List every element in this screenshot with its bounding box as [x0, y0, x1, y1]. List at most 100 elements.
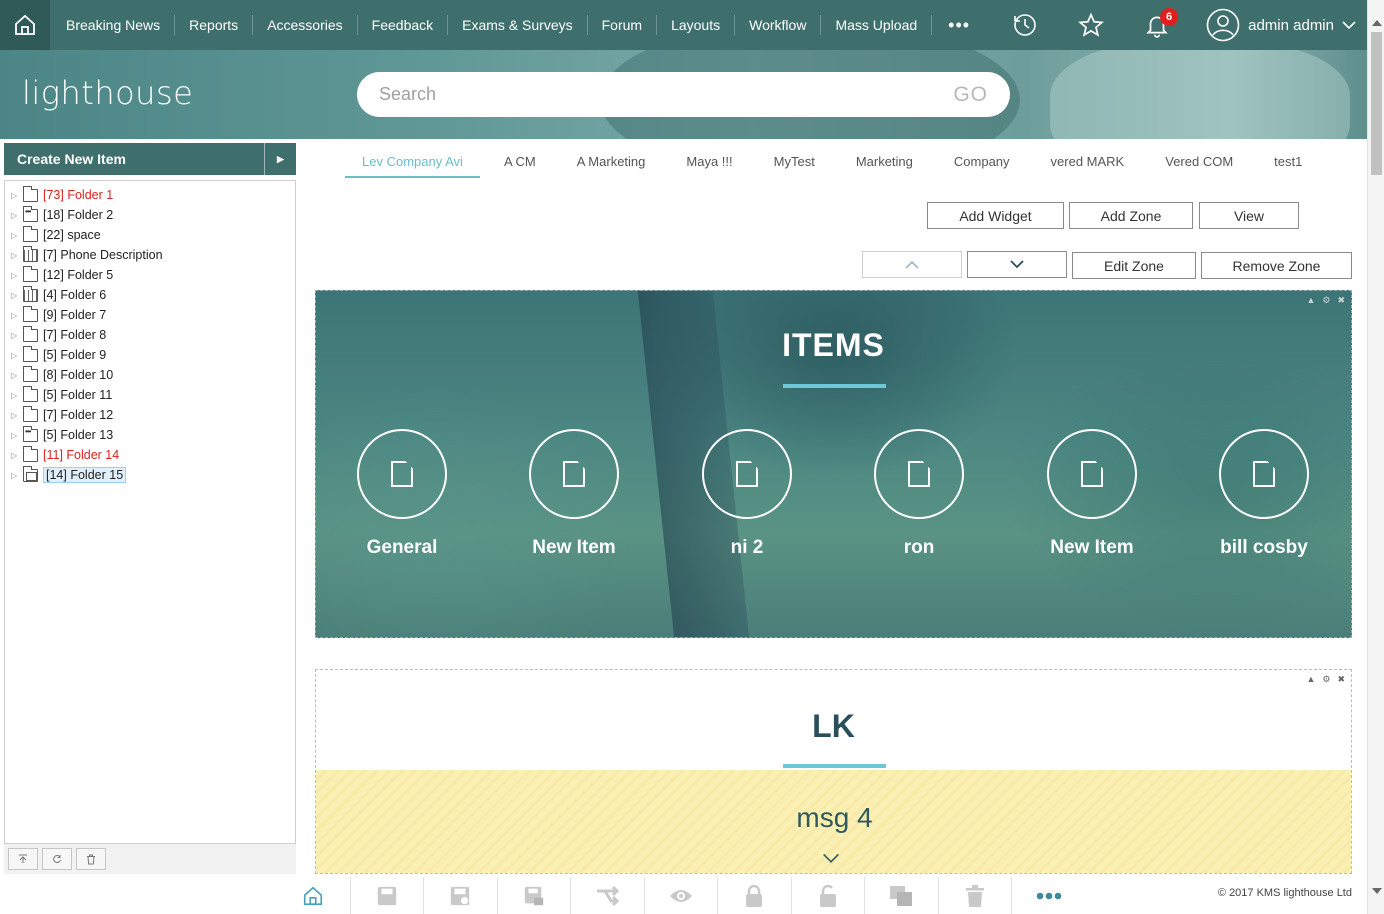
expand-triangle-icon[interactable]: ▷: [11, 331, 23, 340]
create-new-item-button[interactable]: Create New Item ▶: [4, 143, 296, 175]
tree-item[interactable]: ▷ [9] Folder 7: [11, 305, 106, 324]
notifications-button[interactable]: 6: [1124, 0, 1190, 50]
expand-triangle-icon[interactable]: ▷: [11, 411, 23, 420]
nav-item-reports[interactable]: Reports: [175, 15, 254, 35]
item-circle-button[interactable]: [1219, 429, 1309, 519]
item-label[interactable]: ni 2: [657, 537, 837, 559]
save-button[interactable]: [351, 877, 424, 914]
tab-9[interactable]: test1: [1274, 148, 1302, 178]
item-label[interactable]: New Item: [484, 537, 664, 559]
expand-triangle-icon[interactable]: ▷: [11, 351, 23, 360]
search-go-button[interactable]: GO: [953, 83, 988, 107]
expand-triangle-icon[interactable]: ▷: [11, 431, 23, 440]
item-circle-button[interactable]: [702, 429, 792, 519]
bottom-home-button[interactable]: [277, 877, 351, 914]
tab-1[interactable]: A CM: [504, 148, 536, 178]
tree-item[interactable]: ▷ [7] Folder 12: [11, 405, 113, 424]
delete-button[interactable]: [76, 848, 106, 870]
user-menu[interactable]: admin admin: [1190, 8, 1384, 42]
tree-item[interactable]: ▷ [7] Folder 8: [11, 325, 106, 344]
caret-right-icon[interactable]: ▶: [264, 143, 296, 175]
edit-zone-button[interactable]: Edit Zone: [1072, 252, 1196, 279]
save-as-button[interactable]: [424, 877, 498, 914]
refresh-button[interactable]: [42, 848, 72, 870]
lighthouse-logo[interactable]: lighthouse: [22, 74, 193, 112]
expand-triangle-icon[interactable]: ▷: [11, 471, 23, 480]
tree-item[interactable]: ▷ [18] Folder 2: [11, 205, 113, 224]
item-circle-button[interactable]: [357, 429, 447, 519]
page-scrollbar[interactable]: [1367, 0, 1384, 914]
expand-triangle-icon[interactable]: ▷: [11, 271, 23, 280]
tab-7[interactable]: vered MARK: [1051, 148, 1125, 178]
expand-triangle-icon[interactable]: ▷: [11, 291, 23, 300]
add-zone-button[interactable]: Add Zone: [1069, 202, 1193, 229]
history-button[interactable]: [992, 0, 1058, 50]
expand-message-icon[interactable]: [823, 847, 839, 863]
item-label[interactable]: General: [316, 537, 492, 559]
tree-item[interactable]: ▷ [12] Folder 5: [11, 265, 113, 284]
expand-triangle-icon[interactable]: ▷: [11, 451, 23, 460]
expand-triangle-icon[interactable]: ▷: [11, 191, 23, 200]
tab-2[interactable]: A Marketing: [577, 148, 646, 178]
view-button[interactable]: View: [1199, 202, 1299, 229]
zone-settings-icon[interactable]: ⚙: [1322, 674, 1330, 685]
tree-item[interactable]: ▷ [22] space: [11, 225, 101, 244]
preview-button[interactable]: [645, 877, 718, 914]
item-label[interactable]: bill cosby: [1174, 537, 1351, 559]
nav-item-exams-surveys[interactable]: Exams & Surveys: [448, 15, 588, 35]
tree-item[interactable]: ▷ [4] Folder 6: [11, 285, 106, 304]
close-zone-icon[interactable]: ✖: [1337, 674, 1345, 685]
nav-more-button[interactable]: •••: [932, 15, 986, 36]
tree-item[interactable]: ▷ [5] Folder 11: [11, 385, 112, 404]
duplicate-button[interactable]: [865, 877, 939, 914]
nav-item-accessories[interactable]: Accessories: [253, 15, 358, 35]
nav-item-feedback[interactable]: Feedback: [358, 15, 449, 35]
tree-item[interactable]: ▷ [7] Phone Description: [11, 245, 163, 264]
delete-page-button[interactable]: [939, 877, 1012, 914]
item-label[interactable]: ron: [829, 537, 1009, 559]
tree-item[interactable]: ▷ [5] Folder 9: [11, 345, 106, 364]
scroll-up-arrow-icon[interactable]: [1372, 20, 1382, 26]
item-circle-button[interactable]: [874, 429, 964, 519]
expand-triangle-icon[interactable]: ▷: [11, 211, 23, 220]
search-input[interactable]: [379, 84, 954, 105]
unlock-button[interactable]: [792, 877, 865, 914]
remove-zone-button[interactable]: Remove Zone: [1201, 252, 1352, 279]
tab-8[interactable]: Vered COM: [1165, 148, 1233, 178]
expand-triangle-icon[interactable]: ▷: [11, 371, 23, 380]
tree-item[interactable]: ▷ [5] Folder 13: [11, 425, 113, 444]
tab-3[interactable]: Maya !!!: [686, 148, 732, 178]
item-circle-button[interactable]: [1047, 429, 1137, 519]
expand-triangle-icon[interactable]: ▷: [11, 251, 23, 260]
favorites-button[interactable]: [1058, 0, 1124, 50]
tab-0[interactable]: Lev Company Avi: [345, 148, 480, 178]
tab-6[interactable]: Company: [954, 148, 1010, 178]
tree-item[interactable]: ▷ [73] Folder 1: [11, 185, 113, 204]
nav-item-mass-upload[interactable]: Mass Upload: [821, 15, 933, 35]
tree-item[interactable]: ▷ [11] Folder 14: [11, 445, 119, 464]
tab-5[interactable]: Marketing: [856, 148, 913, 178]
scroll-thumb[interactable]: [1371, 32, 1382, 175]
save-copy-button[interactable]: [498, 877, 571, 914]
lock-button[interactable]: [718, 877, 792, 914]
expand-triangle-icon[interactable]: ▷: [11, 311, 23, 320]
nav-item-breaking-news[interactable]: Breaking News: [52, 15, 176, 35]
scroll-down-arrow-icon[interactable]: [1372, 888, 1382, 894]
tree-item[interactable]: ▷ [8] Folder 10: [11, 365, 113, 384]
item-circle-button[interactable]: [529, 429, 619, 519]
expand-triangle-icon[interactable]: ▷: [11, 391, 23, 400]
collapse-zone-icon[interactable]: ▲: [1306, 674, 1315, 685]
zone-settings-icon[interactable]: ⚙: [1322, 295, 1330, 306]
nav-item-layouts[interactable]: Layouts: [657, 15, 736, 35]
workflow-button[interactable]: [571, 877, 645, 914]
move-to-top-button[interactable]: [8, 848, 38, 870]
tab-4[interactable]: MyTest: [774, 148, 815, 178]
collapse-zone-icon[interactable]: ▲: [1306, 295, 1315, 306]
move-zone-up-button[interactable]: [862, 251, 962, 278]
move-zone-down-button[interactable]: [967, 251, 1067, 278]
item-label[interactable]: New Item: [1002, 537, 1182, 559]
more-options-button[interactable]: [1012, 877, 1086, 914]
nav-item-workflow[interactable]: Workflow: [735, 15, 822, 35]
expand-triangle-icon[interactable]: ▷: [11, 231, 23, 240]
close-zone-icon[interactable]: ✖: [1337, 295, 1345, 306]
